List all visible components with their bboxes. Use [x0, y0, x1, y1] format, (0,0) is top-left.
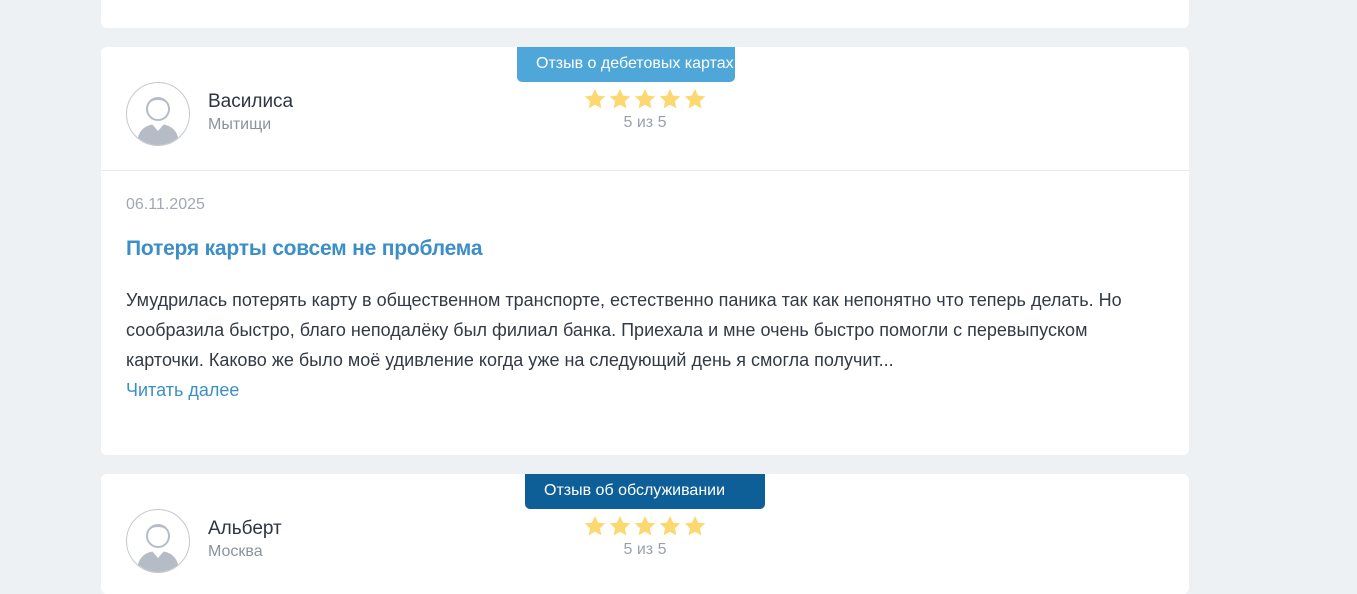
- star-icon: [684, 516, 706, 536]
- star-icon: [584, 516, 606, 536]
- rating-text: 5 из 5: [623, 541, 667, 558]
- review-date: 06.11.2025: [126, 196, 205, 213]
- star-icon: [634, 516, 656, 536]
- star-icon: [609, 89, 631, 109]
- author-name: Василиса: [208, 91, 294, 112]
- star-icon: [634, 89, 656, 109]
- user-avatar-icon: [126, 509, 190, 573]
- review-card-previous: [101, 0, 1189, 28]
- star-icon: [659, 516, 681, 536]
- rating: 5 из 5: [583, 515, 707, 559]
- star-icon: [684, 89, 706, 109]
- card-divider: [101, 170, 1189, 171]
- author-city: Мытищи: [208, 116, 272, 133]
- author-name: Альберт: [208, 518, 282, 539]
- author-city: Москва: [208, 543, 263, 560]
- review-category-badge[interactable]: Отзыв о дебетовых картах: [517, 47, 735, 82]
- review-card: Отзыв об обслуживании Альберт Москва 5 и…: [101, 474, 1189, 594]
- review-category-badge[interactable]: Отзыв об обслуживании: [525, 474, 765, 509]
- read-more-link[interactable]: Читать далее: [126, 375, 239, 405]
- star-icon: [584, 89, 606, 109]
- review-card: Отзыв о дебетовых картах Василиса Мытищи…: [101, 47, 1189, 455]
- rating-stars: [583, 515, 707, 538]
- rating-text: 5 из 5: [623, 114, 667, 131]
- user-avatar-icon: [126, 82, 190, 146]
- review-title[interactable]: Потеря карты совсем не проблема: [126, 237, 483, 261]
- star-icon: [659, 89, 681, 109]
- star-icon: [609, 516, 631, 536]
- rating: 5 из 5: [583, 88, 707, 132]
- rating-stars: [583, 88, 707, 111]
- review-body: Умудрилась потерять карту в общественном…: [126, 290, 1122, 370]
